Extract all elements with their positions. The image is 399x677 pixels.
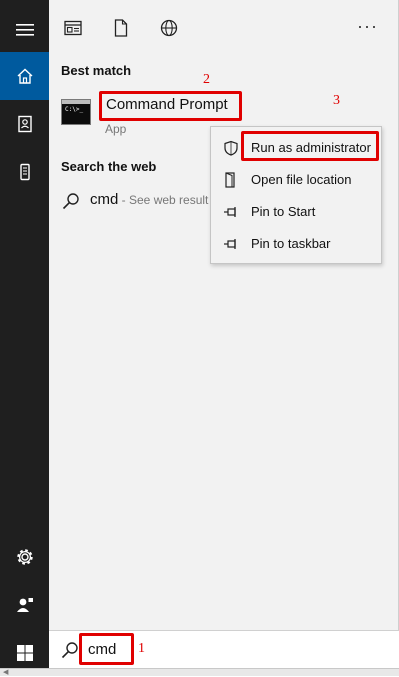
menu-item-open-file-location[interactable]: Open file location [211,164,381,196]
command-prompt-icon-text: C:\>_ [65,106,84,113]
annotation-step-1: 1 [138,641,145,656]
device-button[interactable] [0,148,49,196]
documents-filter-button[interactable] [111,18,131,38]
settings-icon [16,549,33,565]
menu-item-label: Open file location [251,172,352,187]
shield-icon [223,140,239,156]
pin-icon [223,236,239,252]
document-icon [114,19,128,37]
user-icon [16,598,33,612]
command-prompt-app-icon[interactable]: C:\>_ [61,99,91,125]
menu-item-pin-to-start[interactable]: Pin to Start [211,196,381,228]
settings-button[interactable] [0,533,49,581]
search-icon [62,193,79,210]
search-icon [61,642,78,659]
menu-item-label: Pin to taskbar [251,236,331,251]
dashboard-filter-button[interactable] [63,18,83,38]
home-button[interactable] [0,52,49,100]
menu-item-label: Pin to Start [251,204,316,219]
menu-icon [15,24,34,36]
annotation-step-2: 2 [203,72,210,87]
annotation-box-search-text [79,633,134,665]
annotation-step-3: 3 [333,93,340,108]
web-result-hint: - See web result [118,193,209,207]
notebook-icon [17,115,32,133]
web-search-result[interactable]: cmd - See web result [60,186,235,216]
best-match-heading: Best match [61,63,132,78]
device-icon [19,163,30,181]
globe-icon [160,19,178,37]
menu-item-pin-to-taskbar[interactable]: Pin to taskbar [211,228,381,260]
annotation-box-run-as-administrator [241,131,379,161]
annotation-box-command-prompt [99,91,242,121]
left-rail [0,0,49,676]
home-icon [17,68,32,84]
search-web-heading: Search the web [61,159,157,174]
dashboard-icon [64,20,82,36]
pin-icon [223,204,239,220]
more-options-button[interactable]: ··· [357,16,378,37]
user-feedback-button[interactable] [0,581,49,629]
best-match-type: App [105,122,127,136]
scrollbar-strip[interactable]: ◀ [0,668,399,676]
windows-logo-icon [16,645,33,661]
file-location-icon [223,172,239,188]
notebook-button[interactable] [0,100,49,148]
web-filter-button[interactable] [159,18,179,38]
web-result-query: cmd [90,191,119,208]
hamburger-menu-button[interactable] [0,6,49,54]
